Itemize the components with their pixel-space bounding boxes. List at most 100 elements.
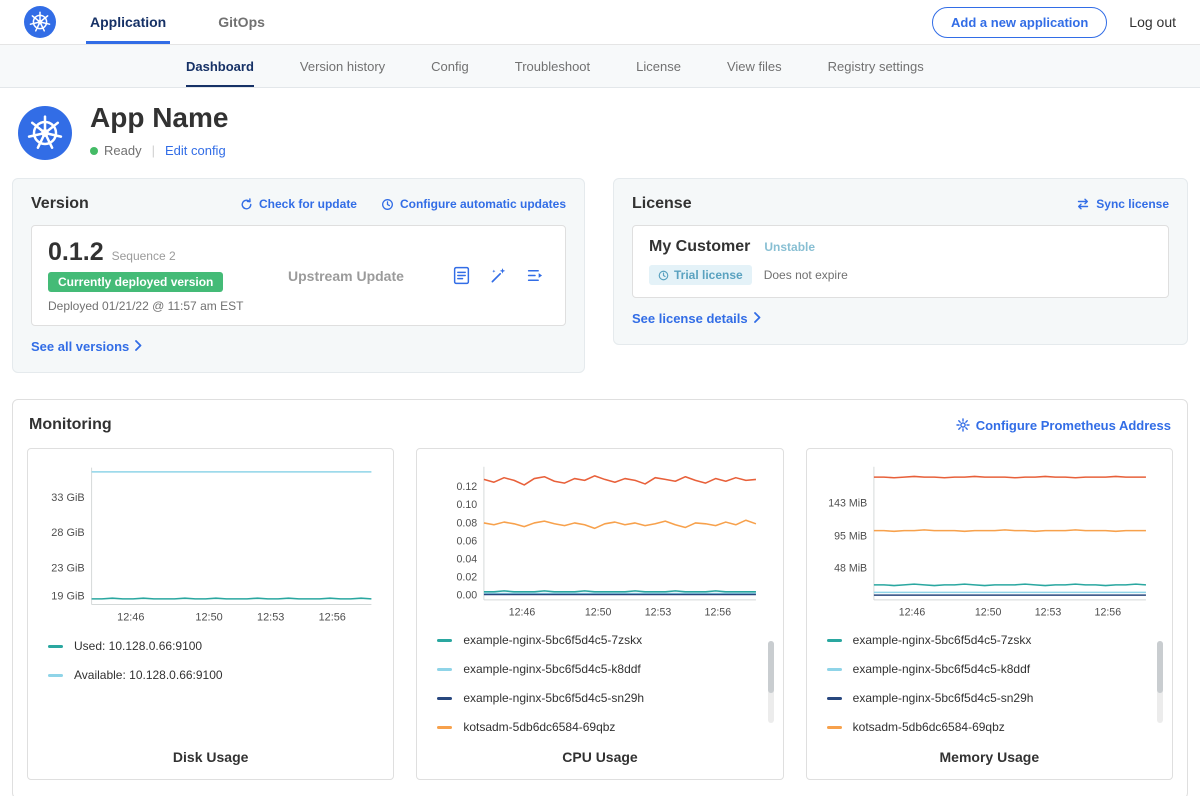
app-logo-icon (18, 106, 72, 160)
memory-usage-chart: 48 MiB95 MiB143 MiB12:4612:5012:5312:56 … (806, 448, 1173, 780)
chart-legend: example-nginx-5bc6f5d4c5-7zskx example-ng… (819, 633, 1160, 749)
legend-item[interactable]: kotsadm-5db6dc6584-69qbz (827, 720, 1160, 734)
legend-label: kotsadm-5db6dc6584-69qbz (463, 720, 615, 734)
chevron-right-icon (754, 311, 761, 326)
scrollbar-thumb[interactable] (1157, 641, 1163, 693)
clock-icon (658, 270, 669, 281)
divider: | (152, 143, 155, 158)
svg-text:95 MiB: 95 MiB (834, 530, 867, 542)
license-expiration: Does not expire (764, 268, 848, 282)
release-notes-icon[interactable] (452, 266, 471, 285)
refresh-icon (240, 198, 253, 211)
scrollbar-thumb[interactable] (768, 641, 774, 693)
tab-gitops[interactable]: GitOps (214, 0, 269, 44)
license-card-title: License (632, 195, 692, 213)
legend-label: Available: 10.128.0.66:9100 (74, 668, 223, 682)
cards-row: Version Check for update Configure autom… (12, 178, 1188, 373)
svg-text:0.06: 0.06 (457, 535, 478, 547)
legend-label: kotsadm-5db6dc6584-69qbz (853, 720, 1005, 734)
diff-icon[interactable] (526, 266, 545, 285)
chart-legend: Used: 10.128.0.66:9100 Available: 10.128.… (40, 639, 381, 697)
legend-label: Used: 10.128.0.66:9100 (74, 639, 202, 653)
kubernetes-logo-icon[interactable] (24, 6, 56, 38)
tab-version-history[interactable]: Version history (300, 45, 385, 87)
customer-name: My Customer (649, 238, 750, 256)
sync-icon (1076, 198, 1090, 210)
tab-license[interactable]: License (636, 45, 681, 87)
add-application-button[interactable]: Add a new application (932, 7, 1107, 38)
legend-swatch (827, 697, 842, 700)
legend-item[interactable]: example-nginx-5bc6f5d4c5-7zskx (827, 633, 1160, 647)
top-nav: Application GitOps Add a new application… (0, 0, 1200, 45)
tab-application[interactable]: Application (86, 0, 170, 44)
topnav-tabs: Application GitOps (86, 0, 313, 44)
svg-text:0.04: 0.04 (457, 554, 478, 566)
gear-icon (956, 418, 970, 432)
configure-prometheus-link[interactable]: Configure Prometheus Address (956, 418, 1171, 433)
svg-text:12:53: 12:53 (1034, 606, 1061, 618)
version-sequence: Sequence 2 (112, 249, 176, 263)
svg-text:12:56: 12:56 (1094, 606, 1121, 618)
legend-swatch (48, 674, 63, 677)
license-card: License Sync license My Customer Unstabl… (613, 178, 1188, 345)
svg-text:0.10: 0.10 (457, 499, 478, 511)
main-content: App Name Ready | Edit config Version Che… (0, 88, 1200, 796)
tab-application-label: Application (90, 14, 166, 30)
legend-item[interactable]: example-nginx-5bc6f5d4c5-7zskx (437, 633, 770, 647)
legend-item[interactable]: Used: 10.128.0.66:9100 (48, 639, 381, 653)
logout-link[interactable]: Log out (1129, 14, 1176, 30)
clock-update-icon (381, 198, 394, 211)
legend-item[interactable]: example-nginx-5bc6f5d4c5-k8ddf (827, 662, 1160, 676)
svg-text:28 GiB: 28 GiB (51, 527, 84, 539)
svg-text:12:53: 12:53 (645, 606, 672, 618)
memory-usage-plot: 48 MiB95 MiB143 MiB12:4612:5012:5312:56 (819, 461, 1160, 625)
legend-item[interactable]: example-nginx-5bc6f5d4c5-sn29h (827, 691, 1160, 705)
svg-text:12:50: 12:50 (585, 606, 612, 618)
legend-scrollbar[interactable] (1157, 641, 1163, 723)
tab-registry-settings[interactable]: Registry settings (828, 45, 924, 87)
svg-text:0.12: 0.12 (457, 481, 478, 493)
configure-automatic-updates-link[interactable]: Configure automatic updates (381, 197, 566, 211)
svg-text:12:56: 12:56 (705, 606, 732, 618)
tab-view-files[interactable]: View files (727, 45, 782, 87)
legend-swatch (48, 645, 63, 648)
configure-automatic-updates-label: Configure automatic updates (400, 197, 566, 211)
app-subnav: Dashboard Version history Config Trouble… (0, 45, 1200, 88)
see-all-versions-link[interactable]: See all versions (31, 339, 142, 354)
legend-label: example-nginx-5bc6f5d4c5-7zskx (853, 633, 1032, 647)
app-title: App Name (90, 102, 228, 134)
see-license-details-link[interactable]: See license details (632, 311, 761, 326)
svg-text:19 GiB: 19 GiB (51, 591, 84, 603)
svg-text:0.02: 0.02 (457, 572, 478, 584)
deployed-timestamp: Deployed 01/21/22 @ 11:57 am EST (48, 299, 288, 313)
disk-usage-plot: 19 GiB23 GiB28 GiB33 GiB12:4612:5012:531… (40, 461, 381, 631)
license-type-label: Trial license (674, 268, 743, 282)
sync-license-link[interactable]: Sync license (1076, 197, 1169, 211)
svg-text:33 GiB: 33 GiB (51, 492, 84, 504)
legend-item[interactable]: kotsadm-5db6dc6584-69qbz (437, 720, 770, 734)
svg-text:12:46: 12:46 (117, 611, 144, 623)
upstream-update-label: Upstream Update (288, 268, 404, 284)
legend-swatch (437, 726, 452, 729)
legend-scrollbar[interactable] (768, 641, 774, 723)
edit-config-link[interactable]: Edit config (165, 143, 226, 158)
deployed-status-badge: Currently deployed version (48, 272, 223, 292)
tab-config[interactable]: Config (431, 45, 469, 87)
legend-item[interactable]: Available: 10.128.0.66:9100 (48, 668, 381, 682)
tab-dashboard[interactable]: Dashboard (186, 45, 254, 87)
svg-text:12:46: 12:46 (509, 606, 536, 618)
legend-swatch (827, 639, 842, 642)
check-for-update-link[interactable]: Check for update (240, 197, 357, 211)
legend-swatch (437, 697, 452, 700)
edit-config-icon[interactable] (489, 266, 508, 285)
license-details-box: My Customer Unstable Trial license Does … (632, 225, 1169, 298)
monitoring-card: Monitoring Configure Prometheus Address … (12, 399, 1188, 796)
topnav-right: Add a new application Log out (932, 7, 1176, 38)
cpu-usage-plot: 0.000.020.040.060.080.100.1212:4612:5012… (429, 461, 770, 625)
disk-usage-chart: 19 GiB23 GiB28 GiB33 GiB12:4612:5012:531… (27, 448, 394, 780)
chart-title: Disk Usage (40, 749, 381, 765)
legend-item[interactable]: example-nginx-5bc6f5d4c5-k8ddf (437, 662, 770, 676)
legend-item[interactable]: example-nginx-5bc6f5d4c5-sn29h (437, 691, 770, 705)
tab-troubleshoot[interactable]: Troubleshoot (515, 45, 590, 87)
svg-text:12:50: 12:50 (195, 611, 222, 623)
